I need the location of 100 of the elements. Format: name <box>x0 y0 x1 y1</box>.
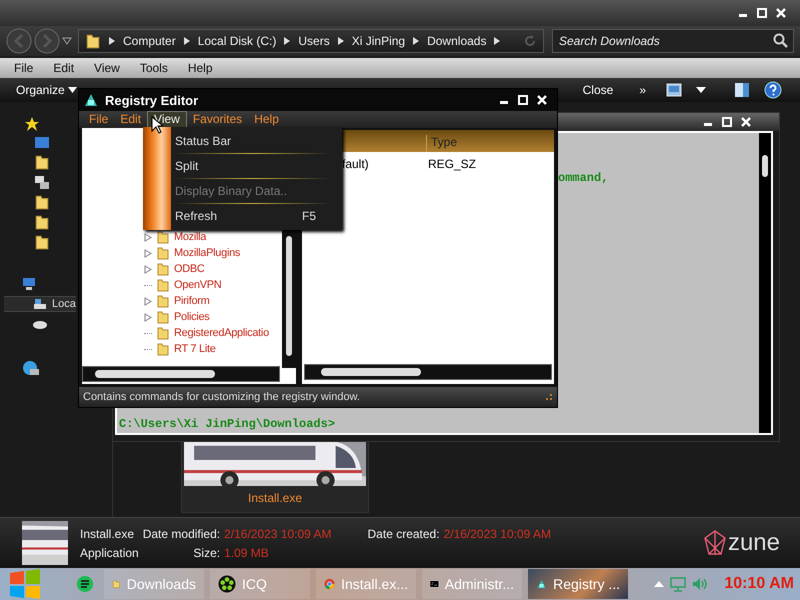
menu-item[interactable]: Tools <box>130 61 178 75</box>
chevron-icon <box>184 37 190 45</box>
field-label: Size: <box>192 546 220 560</box>
tree-item[interactable]: OpenVPN <box>174 279 222 291</box>
taskbar-button[interactable]: Registry ... <box>528 569 628 599</box>
help-icon[interactable] <box>764 81 782 99</box>
logo-icon <box>704 530 726 556</box>
menu-item[interactable]: Status Bar <box>175 132 330 150</box>
folder-icon <box>156 278 170 292</box>
window-title: Registry Editor <box>105 92 198 108</box>
registry-icon <box>83 92 99 108</box>
forward-icon[interactable] <box>34 28 60 54</box>
computer-icon[interactable] <box>34 174 50 190</box>
search-field[interactable]: Search Downloads <box>552 29 794 53</box>
field-value: 2/16/2023 10:09 AM <box>444 526 551 540</box>
maximize-icon[interactable] <box>518 95 528 105</box>
tree-item[interactable]: RegisteredApplicatio <box>174 327 269 339</box>
menu-item[interactable]: Split <box>175 157 330 175</box>
chevron-icon <box>494 37 500 45</box>
chevron-icon <box>413 37 420 45</box>
folder-icon <box>156 342 170 356</box>
nav-item[interactable]: Loca <box>4 296 76 312</box>
network-icon[interactable] <box>22 276 38 292</box>
breadcrumb[interactable]: Computer <box>123 34 176 48</box>
folder-icon <box>34 234 50 250</box>
breadcrumb[interactable]: Downloads <box>427 34 486 48</box>
folder-icon <box>156 262 170 276</box>
menu-item[interactable]: Help <box>178 61 223 75</box>
chevron-icon <box>284 37 290 45</box>
more-button[interactable]: » <box>633 81 652 99</box>
scrollbar[interactable] <box>759 133 771 433</box>
file-name: Install.exe <box>248 491 302 505</box>
folder-icon <box>34 154 50 170</box>
close-icon[interactable] <box>741 117 751 127</box>
menu-item[interactable]: Help <box>248 112 285 127</box>
menu-item[interactable]: File <box>4 61 44 75</box>
menu-item[interactable]: Favorites <box>186 112 248 127</box>
tree-item[interactable]: ODBC <box>174 263 205 275</box>
breadcrumb[interactable]: Xi JinPing <box>352 34 406 48</box>
expand-icon[interactable] <box>144 248 152 258</box>
browser-icon <box>324 576 336 592</box>
tree-item[interactable]: Policies <box>174 311 210 323</box>
folder-icon <box>85 33 101 49</box>
expand-icon[interactable] <box>144 312 152 322</box>
tree-item[interactable]: Piriform <box>174 295 210 307</box>
menu-item[interactable]: View <box>84 61 130 75</box>
start-icon[interactable] <box>8 569 42 599</box>
view-icon[interactable] <box>666 83 682 97</box>
scrollbar[interactable] <box>304 364 552 380</box>
folder-icon <box>156 310 170 324</box>
address-bar[interactable]: Computer Local Disk (C:) Users Xi JinPing Downloads <box>78 29 544 53</box>
menu-item[interactable]: Refresh F5 <box>175 207 330 225</box>
maximize-icon[interactable] <box>757 8 767 18</box>
file-name: Install.exe <box>80 526 136 540</box>
field-value: 1.09 MB <box>224 546 270 560</box>
menu-item[interactable]: Edit <box>114 112 148 127</box>
caret-icon[interactable] <box>696 86 706 94</box>
monitor-icon[interactable] <box>34 136 50 150</box>
star-icon[interactable] <box>24 116 40 132</box>
tree-item[interactable]: Mozilla <box>174 231 206 243</box>
tree-item[interactable]: RT 7 Lite <box>174 343 216 355</box>
folder-icon <box>34 214 50 230</box>
console-icon <box>430 578 439 590</box>
folder-icon <box>156 326 170 340</box>
search-icon <box>773 33 789 49</box>
console-line: C:\Users\Xi JinPing\Downloads> <box>118 417 336 431</box>
folder-icon <box>156 294 170 308</box>
close-button[interactable]: Close <box>576 81 620 99</box>
expand-icon[interactable] <box>144 232 152 242</box>
close-icon[interactable] <box>537 95 547 105</box>
tree-item[interactable]: MozillaPlugins <box>174 247 240 259</box>
breadcrumb[interactable]: Users <box>298 34 330 48</box>
file-type: Application <box>80 546 139 560</box>
maximize-icon[interactable] <box>722 117 732 127</box>
flower-icon <box>218 575 236 593</box>
console-line: ommand, <box>558 171 610 185</box>
file-thumbnail[interactable]: Install.exe <box>181 441 369 513</box>
field-value: 2/16/2023 10:09 AM <box>224 526 332 540</box>
drive-icon <box>32 298 48 310</box>
folder-icon <box>156 246 170 260</box>
table-cell: REG_SZ <box>428 157 476 171</box>
scrollbar[interactable] <box>82 366 280 382</box>
status-text: Contains commands for customizing the registry window. <box>83 391 360 403</box>
music-app-icon[interactable] <box>76 575 94 593</box>
breadcrumb[interactable]: Local Disk (C:) <box>198 34 276 48</box>
organize-button[interactable]: Organize <box>16 83 77 97</box>
column-header[interactable]: Type <box>426 135 462 152</box>
preview-pane-icon[interactable] <box>734 82 750 98</box>
expand-icon[interactable] <box>144 296 152 306</box>
menu-item[interactable]: Edit <box>43 61 84 75</box>
globe-icon[interactable] <box>22 360 40 376</box>
caret-icon <box>68 87 77 93</box>
back-icon[interactable] <box>6 28 32 54</box>
logo-text: zune <box>728 529 780 557</box>
menu-item[interactable]: File <box>83 112 114 127</box>
resize-grip-icon[interactable] <box>545 393 553 401</box>
close-icon[interactable] <box>776 8 786 18</box>
chevron-icon <box>109 37 115 45</box>
field-label: Date created: <box>368 526 440 540</box>
expand-icon[interactable] <box>144 264 152 274</box>
